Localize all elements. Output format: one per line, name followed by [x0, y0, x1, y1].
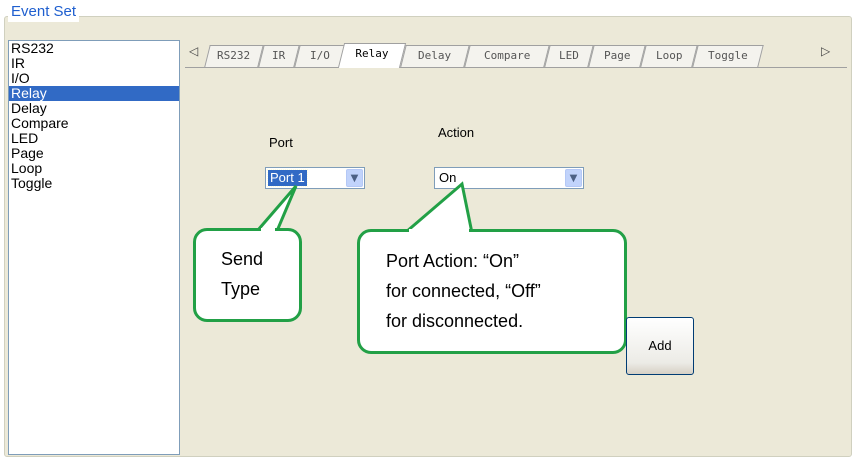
add-button[interactable]: Add	[626, 317, 694, 375]
list-item-compare[interactable]: Compare	[9, 116, 179, 131]
port-label: Port	[269, 135, 293, 150]
send-type-callout: Send Type	[193, 228, 302, 322]
tab-scroll-right-icon[interactable]: ▷	[821, 44, 830, 58]
list-item-led[interactable]: LED	[9, 131, 179, 146]
chevron-down-icon[interactable]: ▼	[346, 169, 363, 187]
event-type-list[interactable]: RS232 IR I/O Relay Delay Compare LED Pag…	[8, 40, 180, 455]
port-action-line-1: Port Action: “On”	[386, 251, 520, 271]
tab-relay[interactable]: Relay	[337, 43, 407, 68]
list-item-ir[interactable]: IR	[9, 56, 179, 71]
tab-loop[interactable]: Loop	[640, 45, 698, 67]
chevron-down-icon[interactable]: ▼	[565, 169, 582, 187]
send-type-line-2: Type	[221, 279, 261, 299]
port-action-line-2: for connected, “Off”	[386, 281, 541, 301]
event-set-title: Event Set	[8, 2, 80, 22]
tab-toggle[interactable]: Toggle	[692, 45, 764, 67]
port-action-line-3: for disconnected.	[386, 311, 524, 331]
tab-strip: ◁ RS232 IR I/O Relay Delay Compare LED P…	[185, 40, 847, 70]
action-select-value: On	[439, 170, 457, 185]
tab-delay[interactable]: Delay	[400, 45, 470, 67]
tab-page[interactable]: Page	[588, 45, 646, 67]
tab-compare[interactable]: Compare	[464, 45, 550, 67]
list-item-delay[interactable]: Delay	[9, 101, 179, 116]
port-select-value: Port 1	[267, 169, 308, 187]
tab-divider	[185, 67, 847, 68]
list-item-loop[interactable]: Loop	[9, 161, 179, 176]
tab-scroll-left-icon[interactable]: ◁	[189, 44, 198, 58]
port-select[interactable]: Port 1 ▼	[265, 167, 365, 189]
action-select[interactable]: On ▼	[434, 167, 584, 189]
tab-led[interactable]: LED	[544, 45, 594, 67]
list-item-toggle[interactable]: Toggle	[9, 176, 179, 191]
list-item-io[interactable]: I/O	[9, 71, 179, 86]
port-action-callout: Port Action: “On” for connected, “Off” f…	[357, 229, 627, 354]
list-item-rs232[interactable]: RS232	[9, 41, 179, 56]
tab-ir[interactable]: IR	[258, 45, 300, 67]
list-item-page[interactable]: Page	[9, 146, 179, 161]
send-type-line-1: Send	[221, 249, 264, 269]
tab-rs232[interactable]: RS232	[204, 45, 264, 67]
action-label: Action	[438, 125, 475, 140]
list-item-relay[interactable]: Relay	[9, 86, 179, 101]
